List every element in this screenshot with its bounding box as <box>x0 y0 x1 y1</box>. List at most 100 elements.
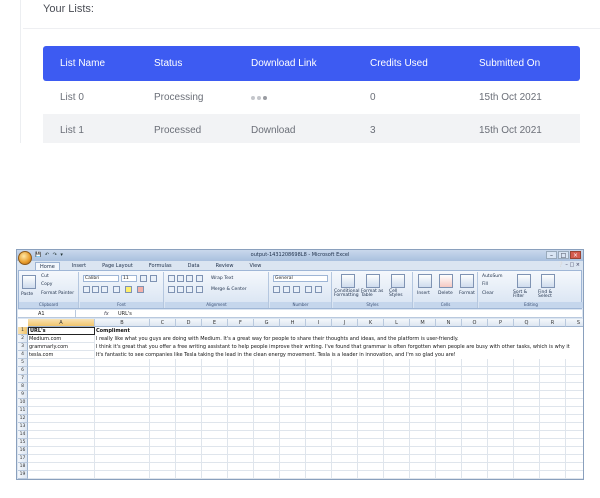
table-row[interactable]: List 0 Processing 0 15th Oct 2021 <box>43 81 580 113</box>
orientation-icon[interactable] <box>196 275 203 282</box>
column-header[interactable]: Q <box>514 319 540 327</box>
column-header-status[interactable]: Status <box>154 58 182 69</box>
tab-home[interactable]: Home <box>35 262 60 270</box>
find-select-icon[interactable] <box>541 274 555 288</box>
find-select-button[interactable]: Find & Select <box>538 290 560 299</box>
compliment-cell[interactable]: It's fantastic to see companies like Tes… <box>95 351 583 359</box>
align-bottom-icon[interactable] <box>186 275 193 282</box>
delete-cells-icon[interactable] <box>439 274 453 288</box>
conditional-formatting-icon[interactable] <box>341 274 355 288</box>
format-cells-button[interactable]: Format <box>459 291 475 296</box>
cut-button[interactable]: Cut <box>41 274 49 279</box>
column-header[interactable]: R <box>540 319 566 327</box>
url-cell[interactable]: Medium.com <box>28 335 95 343</box>
column-header[interactable]: K <box>358 319 384 327</box>
paste-button[interactable]: Paste <box>21 292 33 297</box>
align-left-icon[interactable] <box>168 286 175 293</box>
compliment-cell[interactable]: Compliment <box>95 327 583 335</box>
column-header[interactable]: N <box>436 319 462 327</box>
close-icon[interactable]: × <box>570 251 581 259</box>
formula-input[interactable]: URL's <box>118 310 132 318</box>
format-cells-icon[interactable] <box>460 274 474 288</box>
row-header[interactable]: 1 <box>18 327 28 335</box>
maximize-icon[interactable]: □ <box>558 251 569 259</box>
active-cell[interactable]: URL's <box>28 327 95 335</box>
bold-icon[interactable] <box>83 286 90 293</box>
insert-cells-button[interactable]: Insert <box>417 291 430 296</box>
download-link[interactable]: Download <box>251 125 295 136</box>
decrease-decimal-icon[interactable] <box>315 286 322 293</box>
column-header[interactable]: O <box>462 319 488 327</box>
sort-filter-icon[interactable] <box>517 274 531 288</box>
tab-view[interactable]: View <box>245 262 265 270</box>
delete-cells-button[interactable]: Delete <box>438 291 453 296</box>
number-format-select[interactable]: General <box>273 275 328 282</box>
compliment-cell[interactable]: I really like what you guys are doing wi… <box>95 335 583 343</box>
minimize-icon[interactable]: – <box>546 251 557 259</box>
tab-formulas[interactable]: Formulas <box>145 262 176 270</box>
column-header[interactable]: E <box>202 319 228 327</box>
cell-styles-button[interactable]: Cell Styles <box>389 289 409 298</box>
align-middle-icon[interactable] <box>177 275 184 282</box>
row-header[interactable]: 12 <box>18 415 28 423</box>
tab-data[interactable]: Data <box>184 262 204 270</box>
url-cell[interactable]: tesla.com <box>28 351 95 359</box>
row-header[interactable]: 5 <box>18 359 28 367</box>
insert-cells-icon[interactable] <box>418 274 432 288</box>
grow-font-icon[interactable] <box>140 275 147 282</box>
row-header[interactable]: 11 <box>18 407 28 415</box>
sort-filter-button[interactable]: Sort & Filter <box>513 290 535 299</box>
column-header[interactable]: A <box>28 319 95 327</box>
format-as-table-icon[interactable] <box>366 274 380 288</box>
font-size-select[interactable]: 11 <box>121 275 137 282</box>
row-header[interactable]: 6 <box>18 367 28 375</box>
comma-icon[interactable] <box>293 286 300 293</box>
tab-insert[interactable]: Insert <box>68 262 90 270</box>
column-header-download-link[interactable]: Download Link <box>251 58 317 69</box>
row-header[interactable]: 18 <box>18 463 28 471</box>
copy-button[interactable]: Copy <box>41 282 52 287</box>
tab-page-layout[interactable]: Page Layout <box>98 262 137 270</box>
cell-styles-icon[interactable] <box>391 274 405 288</box>
row-header[interactable]: 2 <box>18 335 28 343</box>
format-as-table-button[interactable]: Format as Table <box>361 289 387 298</box>
office-button[interactable] <box>18 251 32 265</box>
align-top-icon[interactable] <box>168 275 175 282</box>
conditional-formatting-button[interactable]: Conditional Formatting <box>334 289 360 298</box>
merge-center-button[interactable]: Merge & Center <box>211 287 247 292</box>
currency-icon[interactable] <box>273 286 280 293</box>
row-header[interactable]: 14 <box>18 431 28 439</box>
autosum-button[interactable]: AutoSum <box>482 274 503 279</box>
row-header[interactable]: 4 <box>18 351 28 359</box>
column-header[interactable]: C <box>150 319 176 327</box>
paste-icon[interactable] <box>22 275 36 289</box>
compliment-cell[interactable]: I think it's great that you offer a free… <box>95 343 583 351</box>
table-row[interactable]: List 1 Processed Download 3 15th Oct 202… <box>43 114 580 143</box>
row-header[interactable]: 8 <box>18 383 28 391</box>
column-header[interactable]: H <box>280 319 306 327</box>
row-header[interactable]: 16 <box>18 447 28 455</box>
column-header[interactable]: J <box>332 319 358 327</box>
shrink-font-icon[interactable] <box>150 275 157 282</box>
row-header[interactable]: 19 <box>18 471 28 479</box>
underline-icon[interactable] <box>101 286 108 293</box>
column-header[interactable]: G <box>254 319 280 327</box>
row-header[interactable]: 10 <box>18 399 28 407</box>
fx-icon[interactable]: fx <box>104 310 109 318</box>
row-header[interactable]: 17 <box>18 455 28 463</box>
row-header[interactable]: 3 <box>18 343 28 351</box>
column-header[interactable]: I <box>306 319 332 327</box>
name-box[interactable]: A1 <box>18 310 76 318</box>
help-icon[interactable]: ❔ – □ × <box>558 262 580 268</box>
indent-icon[interactable] <box>196 286 203 293</box>
italic-icon[interactable] <box>92 286 99 293</box>
fill-button[interactable]: Fill <box>482 282 488 287</box>
worksheet-grid[interactable]: A B C D E F G H I J K L M N O P Q R S 1 2 3 4 5 6 7 8 9 10 11 12 13 14 15… <box>18 319 583 479</box>
url-cell[interactable]: grammarly.com <box>28 343 95 351</box>
font-color-icon[interactable] <box>137 286 144 293</box>
column-header[interactable]: L <box>384 319 410 327</box>
column-header-credits-used[interactable]: Credits Used <box>370 58 428 69</box>
tab-review[interactable]: Review <box>212 262 238 270</box>
align-center-icon[interactable] <box>177 286 184 293</box>
percent-icon[interactable] <box>283 286 290 293</box>
